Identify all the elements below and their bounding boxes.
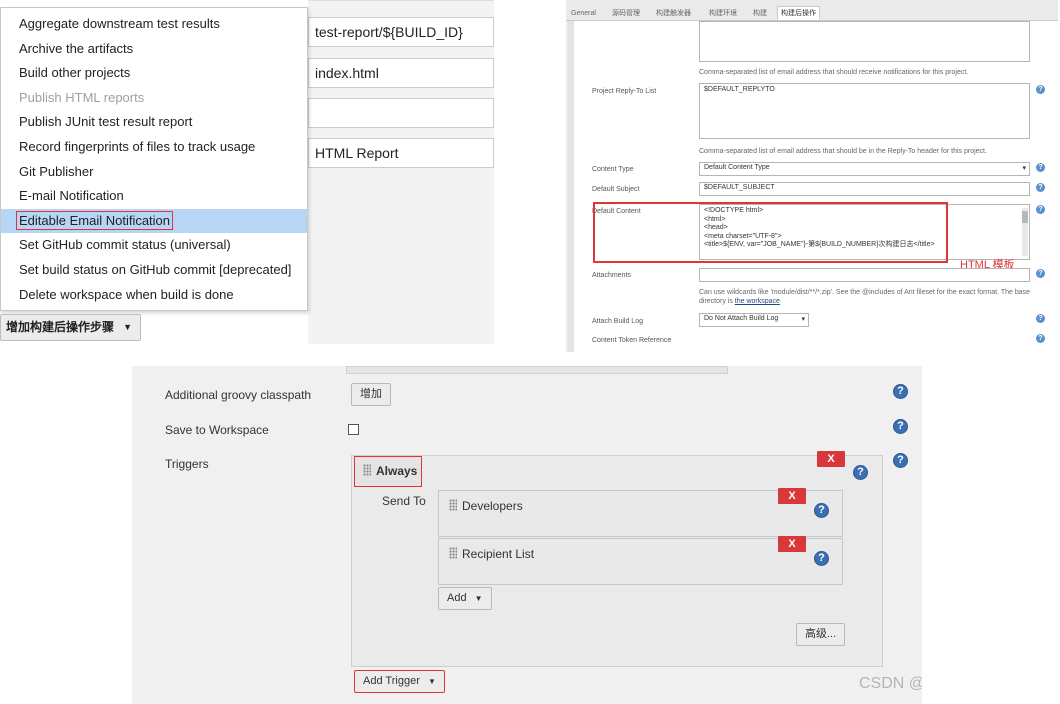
attachments-help-text: Can use wildcards like 'module/dist/**/*… bbox=[699, 289, 1031, 296]
attachments-help-text-2: directory is the workspace bbox=[699, 298, 780, 305]
add-post-build-step-label: 增加构建后操作步骤 bbox=[6, 320, 115, 334]
watermark: CSDN @ bbox=[859, 675, 922, 692]
drag-handle-icon[interactable] bbox=[363, 464, 371, 476]
scrollbar[interactable] bbox=[1022, 208, 1028, 256]
menu-item-record-fingerprints[interactable]: Record fingerprints of files to track us… bbox=[1, 135, 307, 160]
scrollbar-thumb[interactable] bbox=[1022, 211, 1028, 223]
attachments-field[interactable] bbox=[699, 268, 1030, 282]
triggers-label: Triggers bbox=[165, 457, 209, 471]
trigger-name: Always bbox=[376, 464, 418, 478]
attachments-label: Attachments bbox=[592, 272, 631, 279]
index-pages-field[interactable]: index.html bbox=[308, 58, 494, 88]
attach-log-value: Do Not Attach Build Log bbox=[704, 315, 779, 322]
help-icon[interactable]: ? bbox=[893, 453, 908, 468]
menu-item-publish-junit[interactable]: Publish JUnit test result report bbox=[1, 110, 307, 135]
reply-to-help-text: Comma-separated list of email address th… bbox=[699, 148, 987, 155]
recipient-name: Recipient List bbox=[462, 547, 535, 561]
save-workspace-checkbox[interactable] bbox=[348, 424, 359, 435]
subject-label: Default Subject bbox=[592, 186, 640, 193]
add-post-build-step-button[interactable]: 增加构建后操作步骤 ▼ bbox=[0, 314, 141, 341]
chevron-down-icon: ▼ bbox=[474, 594, 483, 603]
delete-recipient-button[interactable]: X bbox=[778, 536, 806, 552]
help-icon[interactable]: ? bbox=[1036, 205, 1045, 214]
index-titles-field[interactable] bbox=[308, 98, 494, 128]
add-trigger-label: Add Trigger bbox=[363, 675, 420, 687]
menu-item-aggregate-test-results[interactable]: Aggregate downstream test results bbox=[1, 12, 307, 37]
help-icon[interactable]: ? bbox=[814, 551, 829, 566]
config-body: Comma-separated list of email address th… bbox=[568, 21, 1058, 352]
delete-recipient-button[interactable]: X bbox=[778, 488, 806, 504]
help-icon[interactable]: ? bbox=[893, 419, 908, 434]
tab-build[interactable]: 构建 bbox=[750, 7, 770, 21]
tab-general[interactable]: General bbox=[568, 7, 599, 21]
help-icon[interactable]: ? bbox=[853, 465, 868, 480]
content-type-label: Content Type bbox=[592, 166, 634, 173]
attachments-help-prefix: directory is bbox=[699, 298, 735, 305]
report-title-field[interactable]: HTML Report bbox=[308, 138, 494, 168]
menu-item-github-commit-status[interactable]: Set GitHub commit status (universal) bbox=[1, 233, 307, 258]
delete-trigger-button[interactable]: X bbox=[817, 451, 845, 467]
highlight-box bbox=[593, 202, 948, 263]
post-build-dropdown-panel: test-report/${BUILD_ID} index.html HTML … bbox=[0, 0, 494, 344]
help-icon[interactable]: ? bbox=[1036, 314, 1045, 323]
help-icon[interactable]: ? bbox=[814, 503, 829, 518]
advanced-button[interactable]: 高级... bbox=[796, 623, 846, 646]
menu-item-build-other-projects[interactable]: Build other projects bbox=[1, 61, 307, 86]
tab-source-code[interactable]: 源码管理 bbox=[609, 7, 643, 21]
email-config-panel: General 源码管理 构建触发器 构建环境 构建 构建后操作 Comma-s… bbox=[566, 0, 1058, 352]
chevron-down-icon: ▼ bbox=[123, 322, 132, 332]
menu-item-publish-html-reports: Publish HTML reports bbox=[19, 89, 145, 105]
menu-item-github-build-status[interactable]: Set build status on GitHub commit [depre… bbox=[1, 258, 307, 283]
top-divider bbox=[346, 366, 728, 374]
help-icon[interactable]: ? bbox=[1036, 85, 1045, 94]
add-trigger-button[interactable]: Add Trigger ▼ bbox=[354, 670, 445, 693]
workspace-link[interactable]: the workspace bbox=[735, 298, 780, 305]
save-workspace-label: Save to Workspace bbox=[165, 423, 269, 437]
reply-to-value: $DEFAULT_REPLYTO bbox=[704, 86, 775, 93]
recipient-list-textarea[interactable] bbox=[699, 21, 1030, 62]
triggers-panel: Additional groovy classpath 增加 ? Save to… bbox=[132, 366, 922, 704]
help-icon[interactable]: ? bbox=[1036, 269, 1045, 278]
recipient-name: Developers bbox=[462, 499, 523, 513]
report-directory-field[interactable]: test-report/${BUILD_ID} bbox=[308, 17, 494, 47]
content-type-value: Default Content Type bbox=[704, 164, 770, 171]
reply-to-textarea[interactable]: $DEFAULT_REPLYTO bbox=[699, 83, 1030, 139]
post-build-actions-menu: Aggregate downstream test results Archiv… bbox=[0, 7, 308, 311]
add-classpath-button[interactable]: 增加 bbox=[351, 383, 391, 406]
tab-build-environment[interactable]: 构建环境 bbox=[706, 7, 740, 21]
menu-item-delete-workspace[interactable]: Delete workspace when build is done bbox=[1, 283, 307, 308]
help-icon[interactable]: ? bbox=[893, 384, 908, 399]
menu-item-git-publisher[interactable]: Git Publisher bbox=[1, 160, 307, 185]
menu-item-email-notification[interactable]: E-mail Notification bbox=[1, 184, 307, 209]
attach-log-label: Attach Build Log bbox=[592, 318, 643, 325]
chevron-down-icon: ▼ bbox=[427, 677, 436, 686]
groovy-classpath-label: Additional groovy classpath bbox=[165, 388, 312, 402]
drag-handle-icon[interactable] bbox=[449, 499, 457, 511]
tab-post-build-actions[interactable]: 构建后操作 bbox=[777, 6, 820, 20]
config-tabs: General 源码管理 构建触发器 构建环境 构建 构建后操作 bbox=[566, 5, 1058, 21]
reply-to-label: Project Reply-To List bbox=[592, 88, 657, 95]
recipient-help-text: Comma-separated list of email address th… bbox=[699, 69, 969, 76]
subject-field[interactable]: $DEFAULT_SUBJECT bbox=[699, 182, 1030, 196]
tab-build-triggers[interactable]: 构建触发器 bbox=[653, 7, 694, 21]
menu-item-archive-artifacts[interactable]: Archive the artifacts bbox=[1, 37, 307, 62]
content-token-label: Content Token Reference bbox=[592, 337, 672, 344]
help-icon[interactable]: ? bbox=[1036, 334, 1045, 343]
add-label: Add bbox=[447, 592, 467, 604]
attach-log-select[interactable]: Do Not Attach Build Log ▾ bbox=[699, 313, 809, 327]
config-background bbox=[308, 0, 494, 344]
drag-handle-icon[interactable] bbox=[449, 547, 457, 559]
help-icon[interactable]: ? bbox=[1036, 163, 1045, 172]
add-recipient-button[interactable]: Add ▼ bbox=[438, 587, 492, 610]
menu-item-editable-email-notification[interactable]: Editable Email Notification bbox=[1, 208, 307, 234]
send-to-label: Send To bbox=[382, 494, 426, 508]
chevron-down-icon: ▾ bbox=[1022, 165, 1026, 172]
trigger-always[interactable]: Always bbox=[354, 456, 422, 487]
help-icon[interactable]: ? bbox=[1036, 183, 1045, 192]
chevron-down-icon: ▾ bbox=[801, 316, 805, 323]
subject-value: $DEFAULT_SUBJECT bbox=[704, 184, 775, 191]
content-type-select[interactable]: Default Content Type ▾ bbox=[699, 162, 1030, 176]
